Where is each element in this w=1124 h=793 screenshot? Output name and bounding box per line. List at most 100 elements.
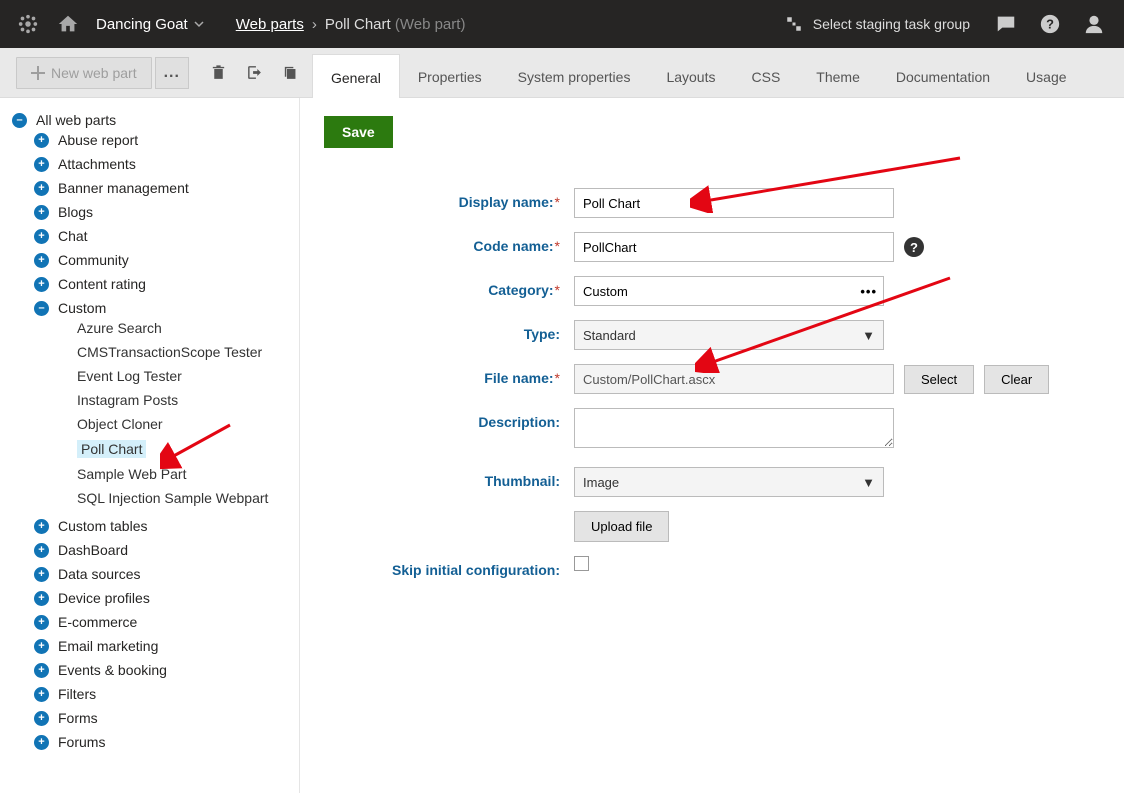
select-file-button[interactable]: Select (904, 365, 974, 394)
file-name-input[interactable] (574, 364, 894, 394)
delete-icon[interactable] (201, 64, 237, 81)
tree-node[interactable]: +Abuse report (34, 128, 299, 152)
tree-leaf-label: Instagram Posts (77, 392, 178, 408)
expand-icon[interactable]: + (34, 615, 49, 630)
expand-icon[interactable]: + (34, 639, 49, 654)
expand-icon[interactable]: + (34, 591, 49, 606)
description-label: Description: (478, 414, 560, 430)
thumbnail-value: Image (583, 475, 619, 490)
chat-icon[interactable] (984, 0, 1028, 48)
tab-properties[interactable]: Properties (400, 54, 500, 97)
home-icon[interactable] (48, 0, 88, 48)
category-label: Category: (488, 282, 553, 298)
tree-leaf[interactable]: CMSTransactionScope Tester (77, 340, 299, 364)
tree-leaf[interactable]: Sample Web Part (77, 462, 299, 486)
staging-selector[interactable]: Select staging task group (771, 15, 984, 33)
expand-icon[interactable]: + (34, 567, 49, 582)
tree-node-custom[interactable]: – Custom (34, 300, 299, 316)
category-selector[interactable]: Custom ••• (574, 276, 884, 306)
tree-node[interactable]: +Forums (34, 730, 299, 754)
expand-icon[interactable]: + (34, 229, 49, 244)
tree-leaf[interactable]: Event Log Tester (77, 364, 299, 388)
tab-general[interactable]: General (312, 54, 400, 98)
tree-node[interactable]: +Custom tables (34, 514, 299, 538)
expand-icon[interactable]: + (34, 711, 49, 726)
tree-custom-label: Custom (58, 300, 106, 316)
export-icon[interactable] (237, 64, 273, 81)
site-selector[interactable]: Dancing Goat (88, 0, 220, 48)
tree-node[interactable]: +Data sources (34, 562, 299, 586)
tree-node[interactable]: +Filters (34, 682, 299, 706)
tree-leaf[interactable]: Azure Search (77, 316, 299, 340)
expand-icon[interactable]: + (34, 519, 49, 534)
tab-css[interactable]: CSS (734, 54, 799, 97)
tree-leaf[interactable]: Instagram Posts (77, 388, 299, 412)
tree-node[interactable]: +Chat (34, 224, 299, 248)
collapse-icon[interactable]: – (12, 113, 27, 128)
tree-node[interactable]: +Blogs (34, 200, 299, 224)
tree-leaf[interactable]: Object Cloner (77, 412, 299, 436)
expand-icon[interactable]: + (34, 181, 49, 196)
clear-file-button[interactable]: Clear (984, 365, 1049, 394)
breadcrumb-current: Poll Chart (325, 16, 391, 33)
upload-file-button[interactable]: Upload file (574, 511, 669, 542)
tab-layouts[interactable]: Layouts (648, 54, 733, 97)
tree-node-label: Events & booking (58, 662, 167, 678)
expand-icon[interactable]: + (34, 157, 49, 172)
file-name-label: File name: (484, 370, 553, 386)
breadcrumb: Web parts › Poll Chart (Web part) (220, 16, 466, 33)
thumbnail-select[interactable]: Image ▼ (574, 467, 884, 497)
tree-node[interactable]: + Events & booking (34, 658, 299, 682)
caret-down-icon: ▼ (862, 475, 875, 490)
expand-icon[interactable]: + (34, 543, 49, 558)
type-select[interactable]: Standard ▼ (574, 320, 884, 350)
tree-node[interactable]: +Community (34, 248, 299, 272)
save-button[interactable]: Save (324, 116, 393, 148)
tree-leaf[interactable]: SQL Injection Sample Webpart (77, 486, 299, 510)
tree-node[interactable]: +E-commerce (34, 610, 299, 634)
expand-icon[interactable]: + (34, 253, 49, 268)
more-button[interactable]: ... (155, 57, 189, 89)
ellipsis-icon: ••• (860, 284, 877, 299)
new-web-part-button[interactable]: New web part (16, 57, 152, 89)
tree-node[interactable]: + DashBoard (34, 538, 299, 562)
tree-leaf-label: Sample Web Part (77, 466, 186, 482)
user-icon[interactable] (1072, 0, 1116, 48)
expand-icon[interactable]: + (34, 277, 49, 292)
collapse-icon[interactable]: – (34, 301, 49, 316)
tab-documentation[interactable]: Documentation (878, 54, 1008, 97)
expand-icon[interactable]: + (34, 663, 49, 678)
expand-icon[interactable]: + (34, 735, 49, 750)
tab-theme[interactable]: Theme (798, 54, 878, 97)
skip-checkbox[interactable] (574, 556, 589, 571)
tree-node-label: Device profiles (58, 590, 150, 606)
tree-leaf[interactable]: Poll Chart (77, 436, 299, 462)
app-logo-icon[interactable] (8, 0, 48, 48)
expand-icon[interactable]: + (34, 205, 49, 220)
tree-node-label: DashBoard (58, 542, 128, 558)
tree-node[interactable]: + Device profiles (34, 586, 299, 610)
code-name-label: Code name: (473, 238, 553, 254)
breadcrumb-root[interactable]: Web parts (236, 16, 304, 33)
help-icon[interactable]: ? (904, 237, 924, 257)
tab-system-properties[interactable]: System properties (500, 54, 649, 97)
tree-node[interactable]: +Content rating (34, 272, 299, 296)
staging-label: Select staging task group (813, 16, 970, 32)
expand-icon[interactable]: + (34, 133, 49, 148)
display-name-input[interactable] (574, 188, 894, 218)
type-label: Type: (524, 326, 560, 342)
tree-node[interactable]: + Forms (34, 706, 299, 730)
code-name-input[interactable] (574, 232, 894, 262)
tree-node[interactable]: +Attachments (34, 152, 299, 176)
tree-node[interactable]: +Email marketing (34, 634, 299, 658)
help-icon[interactable]: ? (1028, 0, 1072, 48)
tree-node-label: Forms (58, 710, 98, 726)
description-textarea[interactable] (574, 408, 894, 448)
sidebar-tree: – All web parts +Abuse report+Attachment… (0, 98, 300, 793)
tree-node[interactable]: +Banner management (34, 176, 299, 200)
category-value: Custom (583, 284, 628, 299)
tree-root-node[interactable]: – All web parts (12, 112, 299, 128)
tab-usage[interactable]: Usage (1008, 54, 1084, 97)
chevron-down-icon (194, 16, 204, 33)
expand-icon[interactable]: + (34, 687, 49, 702)
